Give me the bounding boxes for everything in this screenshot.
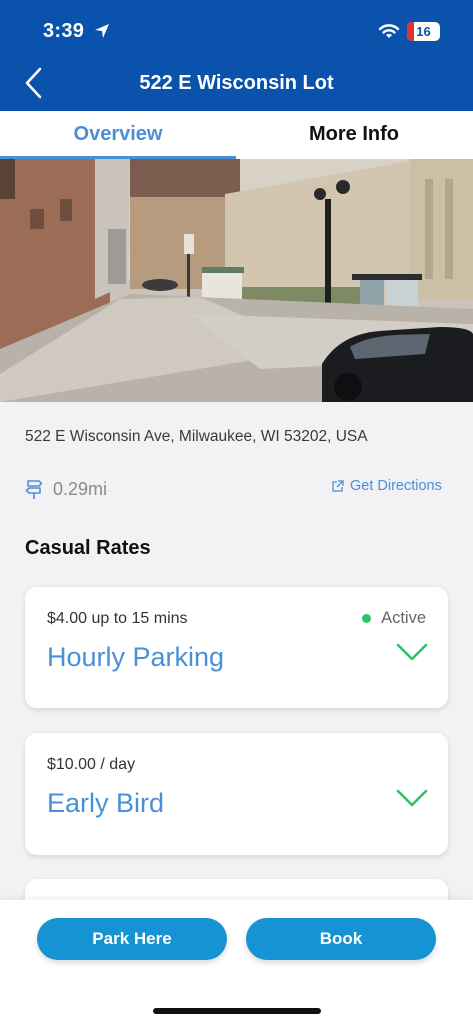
status-badge: Active [362, 609, 426, 628]
signpost-icon [25, 480, 43, 499]
active-dot-icon [362, 614, 372, 623]
rate-price: $10.00 / day [47, 756, 136, 773]
chevron-down-icon[interactable] [396, 641, 428, 663]
status-label: Active [381, 609, 426, 627]
park-here-button[interactable]: Park Here [37, 918, 227, 960]
chevron-down-icon[interactable] [396, 787, 428, 809]
rate-name: Early Bird [47, 788, 165, 818]
lot-photo [0, 159, 473, 402]
tab-overview[interactable]: Overview [0, 111, 236, 159]
page-title: 522 E Wisconsin Lot [139, 72, 334, 94]
get-directions-label: Get Directions [350, 478, 442, 494]
tab-more-info[interactable]: More Info [236, 111, 472, 159]
tab-bar: Overview More Info [0, 111, 473, 159]
distance-value: 0.29mi [53, 479, 108, 499]
book-button[interactable]: Book [246, 918, 436, 960]
status-time: 3:39 [43, 20, 85, 42]
rate-card[interactable]: $10.00 / day Early Bird [25, 733, 448, 855]
rate-price: $4.00 up to 15 mins [47, 610, 188, 627]
battery-icon: 16 [407, 22, 440, 41]
wifi-icon [378, 24, 400, 38]
get-directions-link[interactable]: Get Directions [331, 478, 442, 494]
casual-rates-heading: Casual Rates [25, 537, 151, 559]
bottom-action-bar: Park Here Book [0, 900, 473, 1024]
rate-name: Hourly Parking [47, 642, 225, 672]
home-indicator[interactable] [153, 1008, 321, 1014]
app-header: 3:39 16 522 E Wisconsin Lot [0, 0, 473, 111]
location-arrow-icon [95, 24, 109, 38]
external-link-icon [332, 479, 344, 492]
lot-address: 522 E Wisconsin Ave, Milwaukee, WI 53202… [25, 428, 368, 445]
rate-card[interactable]: $4.00 up to 15 mins Hourly Parking Activ… [25, 587, 448, 708]
battery-level: 16 [416, 24, 431, 39]
